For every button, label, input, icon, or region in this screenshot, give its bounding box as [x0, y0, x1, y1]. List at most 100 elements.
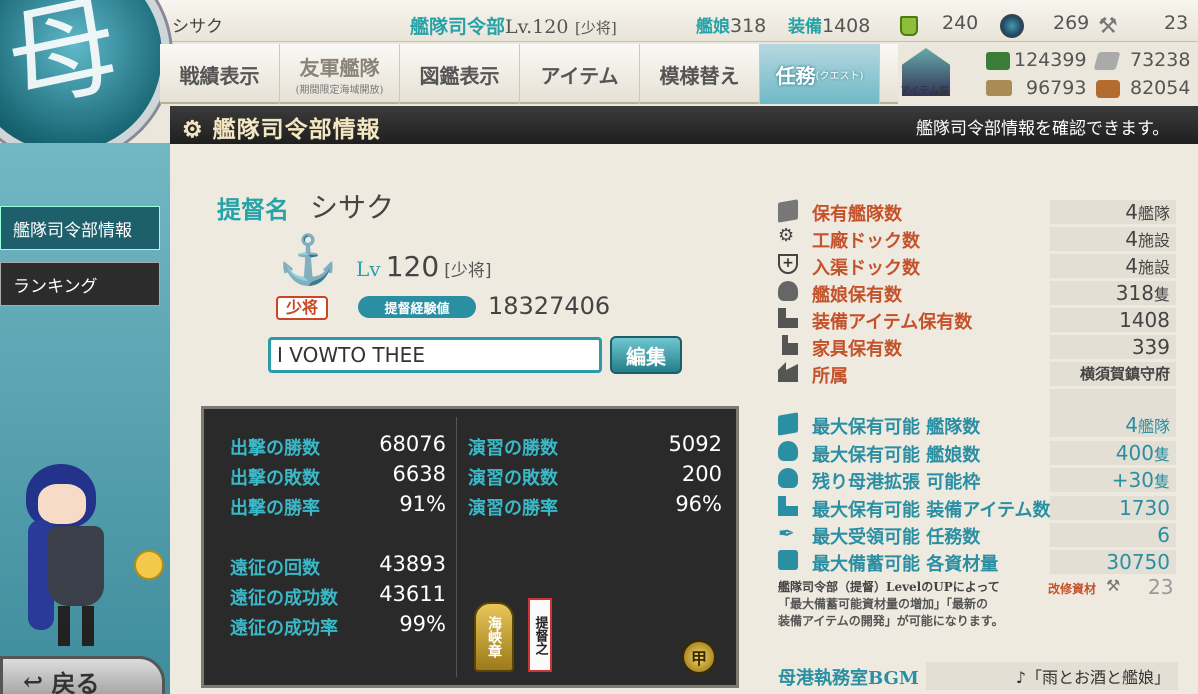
dev-material-count: 269 [1053, 12, 1090, 34]
rank-emblem: ⚓ 少将 [262, 236, 342, 326]
sortie-wins-label: 出撃の勝数 [230, 438, 320, 459]
fleet-icon [778, 412, 798, 436]
fuel-icon [986, 52, 1010, 70]
fuel-amount: 124399 [1014, 49, 1087, 71]
expedition-rate-label: 遠征の成功率 [230, 618, 338, 639]
menu-items[interactable]: アイテム [520, 44, 640, 104]
max-quest: 6 [1050, 523, 1176, 547]
kou-medal: 甲 [682, 640, 716, 674]
steel-amount: 96793 [1026, 77, 1087, 99]
bucket-icon [900, 16, 918, 36]
sidebar-item-hq-info[interactable]: 艦隊司令部情報 [0, 206, 160, 250]
exp-value: 18327406 [488, 292, 611, 320]
emblem-glyph: 母 [0, 0, 131, 128]
improve-material-count: 23 [1164, 12, 1189, 34]
exercise-rate-label: 演習の勝率 [468, 498, 558, 519]
port-expand-label: 残り母港拡張 可能枠 [812, 472, 981, 493]
menu-encyclopedia[interactable]: 図鑑表示 [400, 44, 520, 104]
page-title: ⚙ 艦隊司令部情報 [182, 116, 381, 143]
equipment-total: 1408 [1050, 308, 1176, 332]
secretary-chibi [8, 450, 164, 650]
empty-row [1050, 389, 1176, 413]
max-equipment-label: 最大保有可能 装備アイテム数 [812, 500, 1051, 521]
note-line-1: 艦隊司令部（提督）LevelのUPによって [778, 580, 1000, 594]
exercise-wins: 5092 [668, 432, 722, 456]
port-expand: +30隻 [1050, 468, 1176, 492]
max-quest-label: 最大受領可能 任務数 [812, 527, 981, 548]
rank-badge: 少将 [276, 296, 328, 320]
repair-dock-label: 入渠ドック数 [812, 258, 920, 279]
player-name: シサク [172, 17, 223, 37]
expedition-success-label: 遠征の成功数 [230, 588, 338, 609]
back-arrow-icon: ↩ [23, 666, 44, 694]
exercise-rate: 96% [675, 492, 722, 516]
menu-decorate[interactable]: 模様替え [640, 44, 760, 104]
sidebar-item-ranking[interactable]: ランキング [0, 262, 160, 306]
max-shipgirl-label: 最大保有可能 艦娘数 [812, 445, 981, 466]
level-up-note: 艦隊司令部（提督）LevelのUPによって 「最大備蓄可能資材量の増加」「最新の… [778, 579, 1018, 630]
sortie-losses-label: 出撃の敗数 [230, 468, 320, 489]
comment-input[interactable] [268, 337, 602, 373]
max-shipgirl: 400隻 [1050, 441, 1176, 465]
shipgirl-icon [778, 281, 798, 301]
fleet-count-label: 保有艦隊数 [812, 204, 902, 225]
exercise-losses-label: 演習の敗数 [468, 468, 558, 489]
ship-count: 艦娘318 [696, 15, 767, 37]
fleet-icon [778, 199, 798, 223]
factory-dock-label: 工廠ドック数 [812, 231, 920, 252]
admiral-name: シサク [310, 191, 395, 224]
dev-material-icon [1000, 14, 1024, 38]
port-emblem[interactable]: 母 [0, 0, 170, 160]
max-fleet-label: 最大保有可能 艦隊数 [812, 417, 981, 438]
improve-material-value: 23 [1148, 575, 1174, 599]
equipment-count-label: 装備アイテム保有数 [812, 312, 973, 333]
hammer-icon: ⚒ [1106, 576, 1121, 595]
repair-icon: + [778, 254, 798, 274]
max-equipment: 1730 [1050, 496, 1176, 520]
bauxite-icon [1096, 80, 1120, 98]
shipgirl-icon [778, 441, 798, 461]
menu-record[interactable]: 戦績表示 [160, 44, 280, 104]
admiral-name-label: 提督名 [217, 195, 289, 224]
furniture-count-label: 家具保有数 [812, 339, 902, 360]
fleet-count: 4艦隊 [1050, 200, 1176, 224]
max-storage: 30750 [1050, 550, 1176, 574]
shipgirl-count: 318隻 [1050, 281, 1176, 305]
hq-level: 艦隊司令部Lv.120 [少将] [410, 16, 617, 38]
exercise-wins-label: 演習の勝数 [468, 438, 558, 459]
sortie-wins: 68076 [379, 432, 446, 456]
improve-material-label: 改修資材 [1048, 582, 1097, 596]
affiliation: 横須賀鎮守府 [1050, 362, 1176, 386]
repair-dock-count: 4施設 [1050, 254, 1176, 278]
gear-icon: ⚙ [778, 225, 795, 246]
bgm-label: 母港執務室BGM [778, 668, 919, 689]
anchor-icon: ⚓ [278, 232, 338, 288]
menu-quest[interactable]: 任務 (クエスト) [760, 44, 880, 104]
port-expand-icon [778, 468, 798, 488]
steel-icon [986, 80, 1012, 96]
sortie-rate-label: 出撃の勝率 [230, 498, 320, 519]
expedition-rate: 99% [399, 612, 446, 636]
edit-comment-button[interactable]: 編集 [610, 336, 682, 374]
equipment-count: 装備1408 [788, 15, 871, 37]
expedition-count-label: 遠征の回数 [230, 558, 320, 579]
ammo-icon [1093, 52, 1121, 70]
note-line-3: 装備アイテムの開発」が可能になります。 [778, 614, 1004, 628]
bgm-select[interactable]: ♪「雨とお酒と艦娘」 [926, 662, 1178, 690]
furniture-count: 339 [1050, 335, 1176, 359]
exp-badge: 提督経験値 [358, 296, 476, 318]
menu-friend-fleet[interactable]: 友軍艦隊 (期間限定海域開放) [280, 44, 400, 104]
max-storage-label: 最大備蓄可能 各資材量 [812, 554, 999, 575]
admiral-certificate: 提督之 [528, 598, 552, 672]
bauxite-amount: 82054 [1130, 77, 1191, 99]
hammer-icon: ⚒ [1098, 14, 1118, 39]
note-line-2: 「最大備蓄可能資材量の増加」「最新の [778, 597, 989, 611]
shop-label: アイテム屋 [900, 86, 949, 97]
back-button[interactable]: ↩ 戻る [0, 656, 165, 694]
sortie-rate: 91% [399, 492, 446, 516]
ammo-amount: 73238 [1130, 49, 1191, 71]
exercise-losses: 200 [681, 462, 722, 486]
bucket-count: 240 [942, 12, 979, 34]
page-subtitle: 艦隊司令部情報を確認できます。 [916, 119, 1170, 139]
strait-medal: 海峡章 [474, 602, 514, 672]
